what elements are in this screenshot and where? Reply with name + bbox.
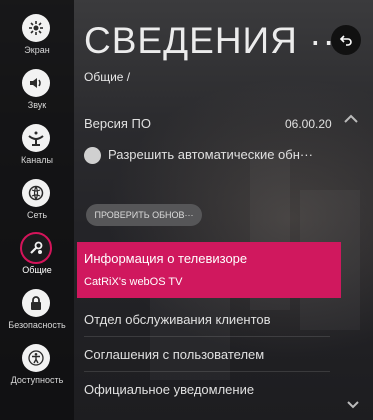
sidebar-item-label: Безопасность xyxy=(8,320,66,330)
page-title: СВЕДЕНИЯ ··· xyxy=(84,20,350,61)
software-version-label: Версия ПО xyxy=(84,116,151,131)
tv-info-item[interactable]: Информация о телевизоре CatRiX's webOS T… xyxy=(77,242,341,298)
screen-icon xyxy=(22,14,50,42)
back-arrow-icon xyxy=(339,35,352,46)
user-agreements-item[interactable]: Соглашения с пользователем xyxy=(84,347,264,362)
auto-update-label: Разрешить автоматические обн··· xyxy=(108,147,313,162)
sidebar-item-security[interactable]: Безопасность xyxy=(0,289,74,343)
tv-info-label: Информация о телевизоре xyxy=(84,251,248,266)
antenna-icon xyxy=(22,124,50,152)
sidebar-item-channels[interactable]: Каналы xyxy=(0,124,74,178)
chevron-down-icon[interactable] xyxy=(346,400,360,409)
sidebar-item-label: Каналы xyxy=(21,155,53,165)
sidebar: Экран Звук Каналы Сеть Общие Безопасност… xyxy=(0,0,74,420)
sidebar-item-label: Экран xyxy=(24,45,50,55)
back-button[interactable] xyxy=(331,25,361,55)
check-updates-button[interactable]: ПРОВЕРИТЬ ОБНОВ··· xyxy=(86,204,202,226)
sidebar-item-network[interactable]: Сеть xyxy=(0,179,74,233)
tv-info-sub: CatRiX's webOS TV xyxy=(84,276,183,288)
sidebar-item-label: Сеть xyxy=(26,210,48,220)
breadcrumb: Общие / xyxy=(84,70,131,84)
speaker-icon xyxy=(22,69,50,97)
sidebar-item-label: Общие xyxy=(22,265,52,275)
customer-service-item[interactable]: Отдел обслуживания клиентов xyxy=(84,312,271,327)
software-version-value: 06.00.20 xyxy=(285,117,332,131)
sidebar-item-general[interactable]: Общие xyxy=(0,232,74,288)
sidebar-item-screen[interactable]: Экран xyxy=(0,14,74,68)
accessibility-icon xyxy=(22,344,50,372)
official-notice-item[interactable]: Официальное уведомление xyxy=(84,382,254,397)
divider xyxy=(84,371,330,372)
sidebar-item-label: Доступность xyxy=(10,375,64,385)
sidebar-item-label: Звук xyxy=(27,100,47,110)
lock-icon xyxy=(22,289,50,317)
sidebar-item-accessibility[interactable]: Доступность xyxy=(0,344,74,398)
divider xyxy=(84,336,330,337)
globe-icon xyxy=(22,179,50,207)
chevron-up-icon[interactable] xyxy=(343,114,359,124)
auto-update-checkbox[interactable] xyxy=(84,147,101,164)
sidebar-item-sound[interactable]: Звук xyxy=(0,69,74,123)
general-settings-icon xyxy=(20,232,52,264)
